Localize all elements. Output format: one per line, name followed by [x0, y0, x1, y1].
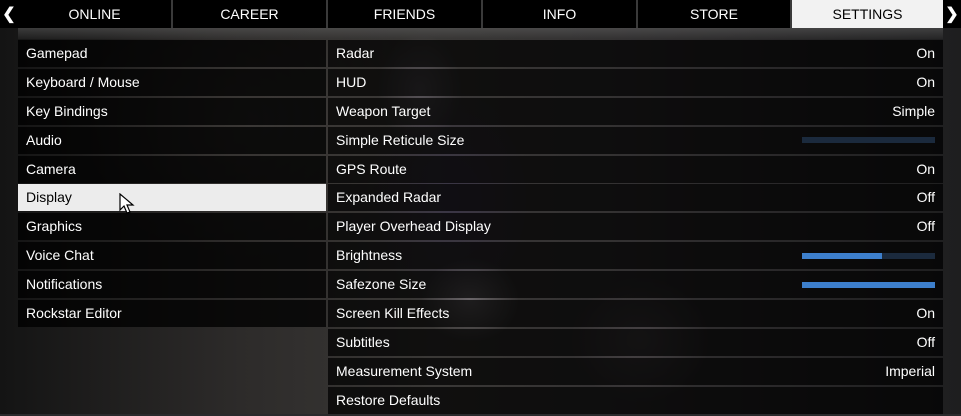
restore-defaults-button[interactable]: Restore Defaults: [328, 386, 943, 414]
setting-row-hud[interactable]: HUD On: [328, 68, 943, 96]
menu-item-keyboard-mouse[interactable]: Keyboard / Mouse: [18, 68, 326, 96]
setting-row-radar[interactable]: Radar On: [328, 40, 943, 67]
tab-info[interactable]: INFO: [483, 0, 638, 28]
tab-friends[interactable]: FRIENDS: [328, 0, 483, 28]
setting-row-screen-kill-effects[interactable]: Screen Kill Effects On: [328, 300, 943, 328]
setting-row-simple-reticule-size[interactable]: Simple Reticule Size: [328, 126, 943, 154]
menu-item-display[interactable]: Display: [18, 184, 326, 212]
setting-row-gps-route[interactable]: GPS Route On: [328, 155, 943, 183]
setting-row-measurement-system[interactable]: Measurement System Imperial: [328, 357, 943, 385]
setting-value: On: [916, 45, 935, 61]
setting-value: Off: [916, 218, 935, 235]
setting-label: Simple Reticule Size: [336, 131, 465, 148]
setting-label: HUD: [336, 73, 367, 90]
tab-underline-bar: [18, 28, 943, 39]
setting-value: Simple: [892, 102, 935, 119]
menu-item-rockstar-editor[interactable]: Rockstar Editor: [18, 300, 326, 328]
chevron-left-icon[interactable]: ❮: [0, 0, 18, 28]
tab-online[interactable]: ONLINE: [18, 0, 173, 28]
display-settings-list: Radar On HUD On Weapon Target Simple Sim…: [328, 40, 943, 416]
mouse-cursor-icon: [119, 193, 135, 214]
setting-row-player-overhead-display[interactable]: Player Overhead Display Off: [328, 213, 943, 241]
setting-label: Screen Kill Effects: [336, 305, 450, 322]
setting-row-brightness[interactable]: Brightness: [328, 242, 943, 270]
menu-item-key-bindings[interactable]: Key Bindings: [18, 97, 326, 125]
menu-item-camera[interactable]: Camera: [18, 155, 326, 183]
setting-label: Brightness: [336, 247, 403, 264]
setting-label: Player Overhead Display: [336, 218, 491, 235]
setting-row-weapon-target[interactable]: Weapon Target Simple: [328, 97, 943, 125]
setting-label: Safezone Size: [336, 276, 427, 293]
menu-item-notifications[interactable]: Notifications: [18, 271, 326, 299]
setting-label: Subtitles: [336, 333, 390, 350]
menu-item-gamepad[interactable]: Gamepad: [18, 40, 326, 67]
slider-fill: [802, 252, 882, 259]
top-tab-bar: ❮ ONLINE CAREER FRIENDS INFO STORE SETTI…: [0, 0, 961, 28]
setting-value: Imperial: [885, 362, 935, 379]
setting-value: On: [916, 73, 935, 90]
setting-value: Off: [916, 333, 935, 350]
brightness-slider[interactable]: [802, 252, 935, 259]
slider-fill: [802, 281, 935, 288]
setting-value: On: [916, 160, 935, 177]
setting-value: On: [916, 305, 935, 322]
tab-store[interactable]: STORE: [638, 0, 792, 28]
settings-category-menu: Gamepad Keyboard / Mouse Key Bindings Au…: [18, 40, 326, 329]
tab-settings[interactable]: SETTINGS: [792, 0, 943, 28]
chevron-right-icon[interactable]: ❯: [943, 0, 961, 28]
menu-item-graphics[interactable]: Graphics: [18, 213, 326, 241]
reticule-size-slider[interactable]: [802, 137, 935, 144]
setting-label: Weapon Target: [336, 102, 431, 119]
setting-label: Restore Defaults: [336, 391, 441, 408]
setting-row-subtitles[interactable]: Subtitles Off: [328, 328, 943, 356]
setting-label: GPS Route: [336, 160, 407, 177]
setting-row-expanded-radar[interactable]: Expanded Radar Off: [328, 184, 943, 212]
setting-label: Radar: [336, 45, 375, 61]
safezone-size-slider[interactable]: [802, 281, 935, 288]
setting-value: Off: [916, 189, 935, 206]
setting-label: Expanded Radar: [336, 189, 442, 206]
tab-career[interactable]: CAREER: [173, 0, 328, 28]
menu-item-voice-chat[interactable]: Voice Chat: [18, 242, 326, 270]
menu-item-audio[interactable]: Audio: [18, 126, 326, 154]
setting-label: Measurement System: [336, 362, 473, 379]
setting-row-safezone-size[interactable]: Safezone Size: [328, 271, 943, 299]
